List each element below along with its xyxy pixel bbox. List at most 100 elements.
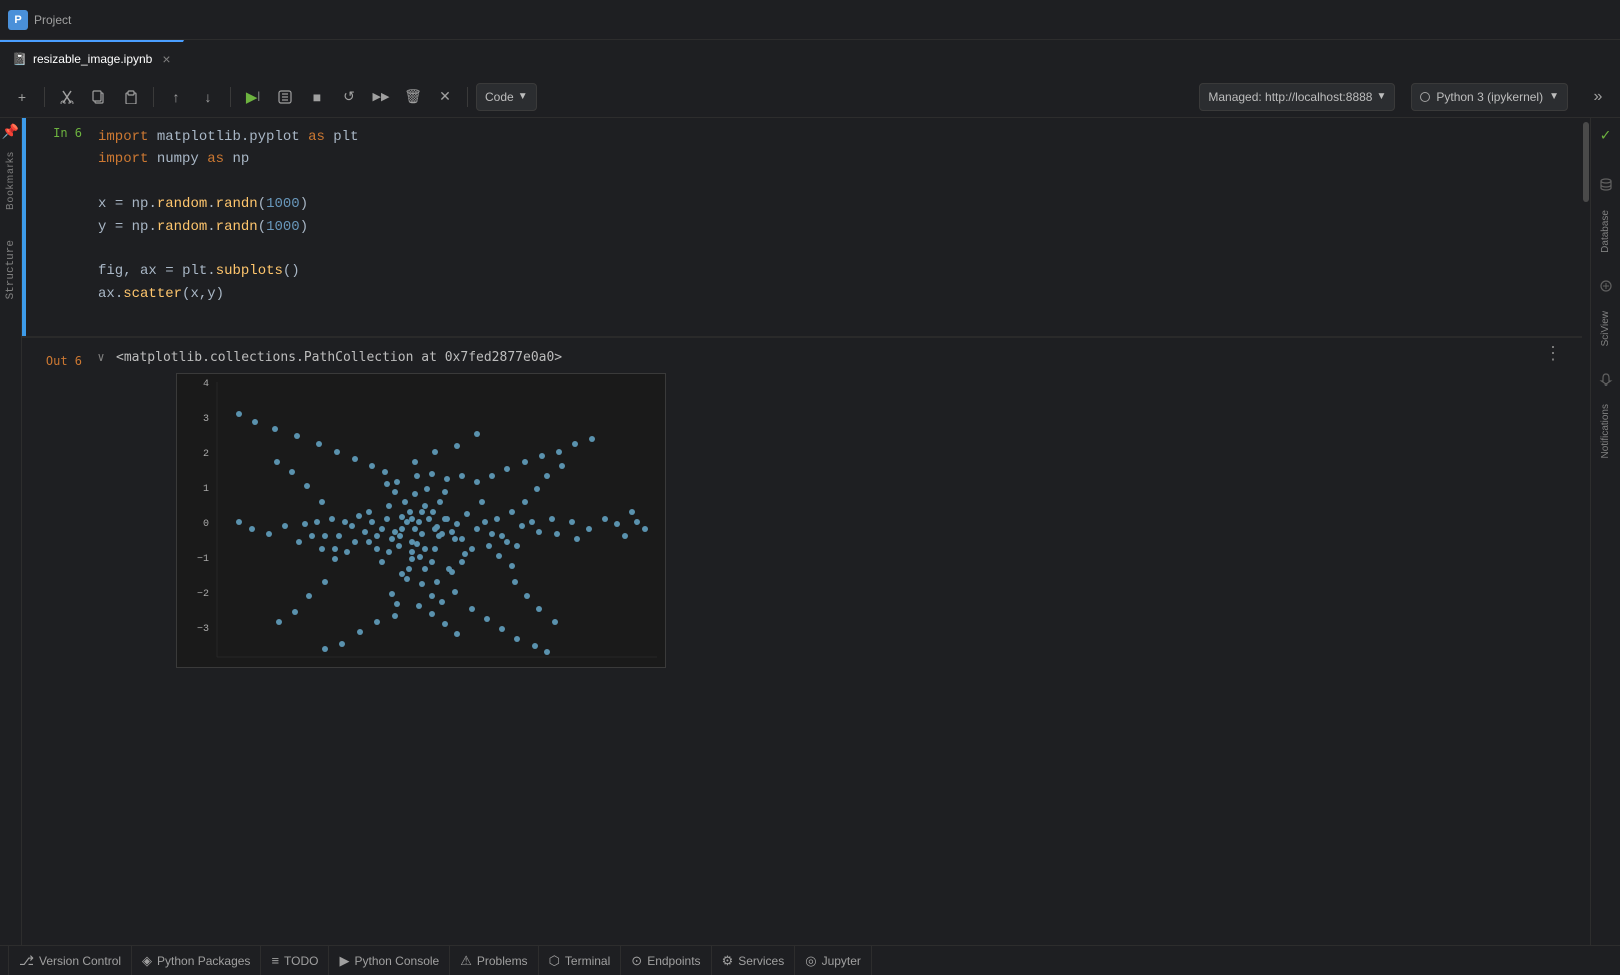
move-up-button[interactable]: ↑ <box>162 83 190 111</box>
code-line-4: x = np.random.randn(1000) <box>98 193 1570 215</box>
status-terminal[interactable]: ⬡ Terminal <box>539 946 622 975</box>
cell-type-dropdown[interactable]: Code ▼ <box>476 83 537 111</box>
code-line-3 <box>98 171 1570 193</box>
status-endpoints[interactable]: ⊙ Endpoints <box>621 946 711 975</box>
jupyter-label: Jupyter <box>822 954 861 968</box>
jupyter-icon: ◎ <box>805 953 816 969</box>
cut-button[interactable] <box>53 83 81 111</box>
endpoints-icon: ⊙ <box>631 953 642 969</box>
copy-button[interactable] <box>85 83 113 111</box>
version-control-icon: ⎇ <box>19 953 34 969</box>
notifications-icon[interactable] <box>1593 366 1619 392</box>
server-label: Managed: http://localhost:8888 <box>1208 90 1372 104</box>
scrollbar-thumb[interactable] <box>1583 122 1589 202</box>
endpoints-label: Endpoints <box>647 954 700 968</box>
output-collapse-button[interactable]: ∨ <box>86 346 116 365</box>
services-icon: ⚙ <box>722 953 734 969</box>
python-packages-label: Python Packages <box>157 954 250 968</box>
svg-text:2: 2 <box>203 449 209 460</box>
code-line-1: import matplotlib.pyplot as plt <box>98 126 1570 148</box>
status-services[interactable]: ⚙ Services <box>712 946 796 975</box>
python-packages-icon: ◈ <box>142 953 152 969</box>
cell-type-label: Code <box>485 90 514 104</box>
output-area: Out 6 ∨ <matplotlib.collections.PathColl… <box>22 338 1582 680</box>
python-console-icon: ▶ <box>339 953 349 969</box>
cell-out-label: Out 6 <box>26 346 86 376</box>
check-symbol: ✓ <box>1601 125 1611 145</box>
svg-text:−3: −3 <box>197 624 209 635</box>
svg-text:−1: −1 <box>197 554 209 565</box>
code-line-7: fig, ax = plt.subplots() <box>98 260 1570 282</box>
todo-label: TODO <box>284 954 318 968</box>
more-options-button[interactable]: » <box>1584 83 1612 111</box>
terminal-label: Terminal <box>565 954 610 968</box>
kernel-chevron: ▼ <box>1549 91 1559 102</box>
svg-text:0: 0 <box>203 519 209 530</box>
add-cell-button[interactable]: + <box>8 83 36 111</box>
tab-close-button[interactable]: × <box>162 51 170 67</box>
output-text-line: <matplotlib.collections.PathCollection a… <box>116 346 1544 369</box>
run-all-cells-button[interactable]: ▶▶ <box>367 83 395 111</box>
server-selector[interactable]: Managed: http://localhost:8888 ▼ <box>1199 83 1395 111</box>
cell-type-chevron: ▼ <box>518 91 528 102</box>
cell-in-label: In 6 <box>26 118 86 336</box>
scrollbar-track[interactable] <box>1582 118 1590 945</box>
python-console-label: Python Console <box>354 954 439 968</box>
scatter-plot-svg: 4 3 2 1 0 −1 −2 −3 <box>176 373 666 668</box>
version-control-label: Version Control <box>39 954 121 968</box>
code-line-8: ax.scatter(x,y) <box>98 283 1570 305</box>
project-icon: P <box>8 10 28 30</box>
interrupt-button[interactable]: ✕ <box>431 83 459 111</box>
toolbar-sep-4 <box>467 87 468 107</box>
sciview-icon[interactable] <box>1593 273 1619 299</box>
notebook-tab[interactable]: 📓 resizable_image.ipynb × <box>0 40 184 76</box>
title-bar: P Project <box>0 0 1620 40</box>
clear-button[interactable]: 🗑 <box>399 83 427 111</box>
cell-code-content[interactable]: import matplotlib.pyplot as plt import n… <box>86 118 1582 336</box>
notebook-icon: 📓 <box>12 52 27 66</box>
move-down-button[interactable]: ↓ <box>194 83 222 111</box>
restart-button[interactable]: ↺ <box>335 83 363 111</box>
database-icon[interactable] <box>1593 172 1619 198</box>
tab-bar: 📓 resizable_image.ipynb × <box>0 40 1620 76</box>
run-cell-button[interactable]: ▶| <box>239 83 267 111</box>
stop-button[interactable]: ■ <box>303 83 331 111</box>
toolbar-sep-3 <box>230 87 231 107</box>
cell-input-area: In 6 import matplotlib.pyplot as plt imp… <box>22 118 1582 336</box>
svg-text:1: 1 <box>203 484 209 495</box>
status-version-control[interactable]: ⎇ Version Control <box>8 946 132 975</box>
database-label: Database <box>1600 210 1611 253</box>
kernel-selector[interactable]: Python 3 (ipykernel) ▼ <box>1411 83 1568 111</box>
code-line-5: y = np.random.randn(1000) <box>98 216 1570 238</box>
notebook-area: In 6 import matplotlib.pyplot as plt imp… <box>22 118 1582 945</box>
svg-text:4: 4 <box>203 379 209 390</box>
kernel-label: Python 3 (ipykernel) <box>1436 90 1543 104</box>
project-label: Project <box>34 13 71 27</box>
problems-icon: ⚠ <box>460 953 472 969</box>
scatter-plot-container: 4 3 2 1 0 −1 −2 −3 <box>176 373 1544 668</box>
output-menu-button[interactable]: ⋮ <box>1544 346 1562 364</box>
right-sidebar: ✓ Database SciView Notifications <box>1590 118 1620 945</box>
status-todo[interactable]: ≡ TODO <box>261 946 329 975</box>
structure-label: Structure <box>5 240 17 299</box>
status-python-packages[interactable]: ◈ Python Packages <box>132 946 261 975</box>
status-python-console[interactable]: ▶ Python Console <box>329 946 450 975</box>
cell-6-output: Out 6 ∨ <matplotlib.collections.PathColl… <box>22 338 1582 680</box>
status-bar: ⎇ Version Control ◈ Python Packages ≡ TO… <box>0 945 1620 975</box>
paste-button[interactable] <box>117 83 145 111</box>
problems-label: Problems <box>477 954 528 968</box>
status-problems[interactable]: ⚠ Problems <box>450 946 538 975</box>
services-label: Services <box>738 954 784 968</box>
project-section: P Project <box>8 10 71 30</box>
cell-6-input: In 6 import matplotlib.pyplot as plt imp… <box>22 118 1582 336</box>
toolbar: + ↑ ↓ ▶| ■ ↺ ▶▶ 🗑 ✕ Code ▼ Managed: http… <box>0 76 1620 118</box>
toolbar-sep-1 <box>44 87 45 107</box>
status-jupyter[interactable]: ◎ Jupyter <box>795 946 872 975</box>
code-line-2: import numpy as np <box>98 148 1570 170</box>
bookmarks-label: Bookmarks <box>5 151 16 210</box>
todo-icon: ≡ <box>271 953 279 968</box>
toolbar-sep-2 <box>153 87 154 107</box>
notifications-label: Notifications <box>1600 404 1611 458</box>
bookmarks-pin[interactable]: 📌 <box>2 124 19 141</box>
run-all-button[interactable] <box>271 83 299 111</box>
